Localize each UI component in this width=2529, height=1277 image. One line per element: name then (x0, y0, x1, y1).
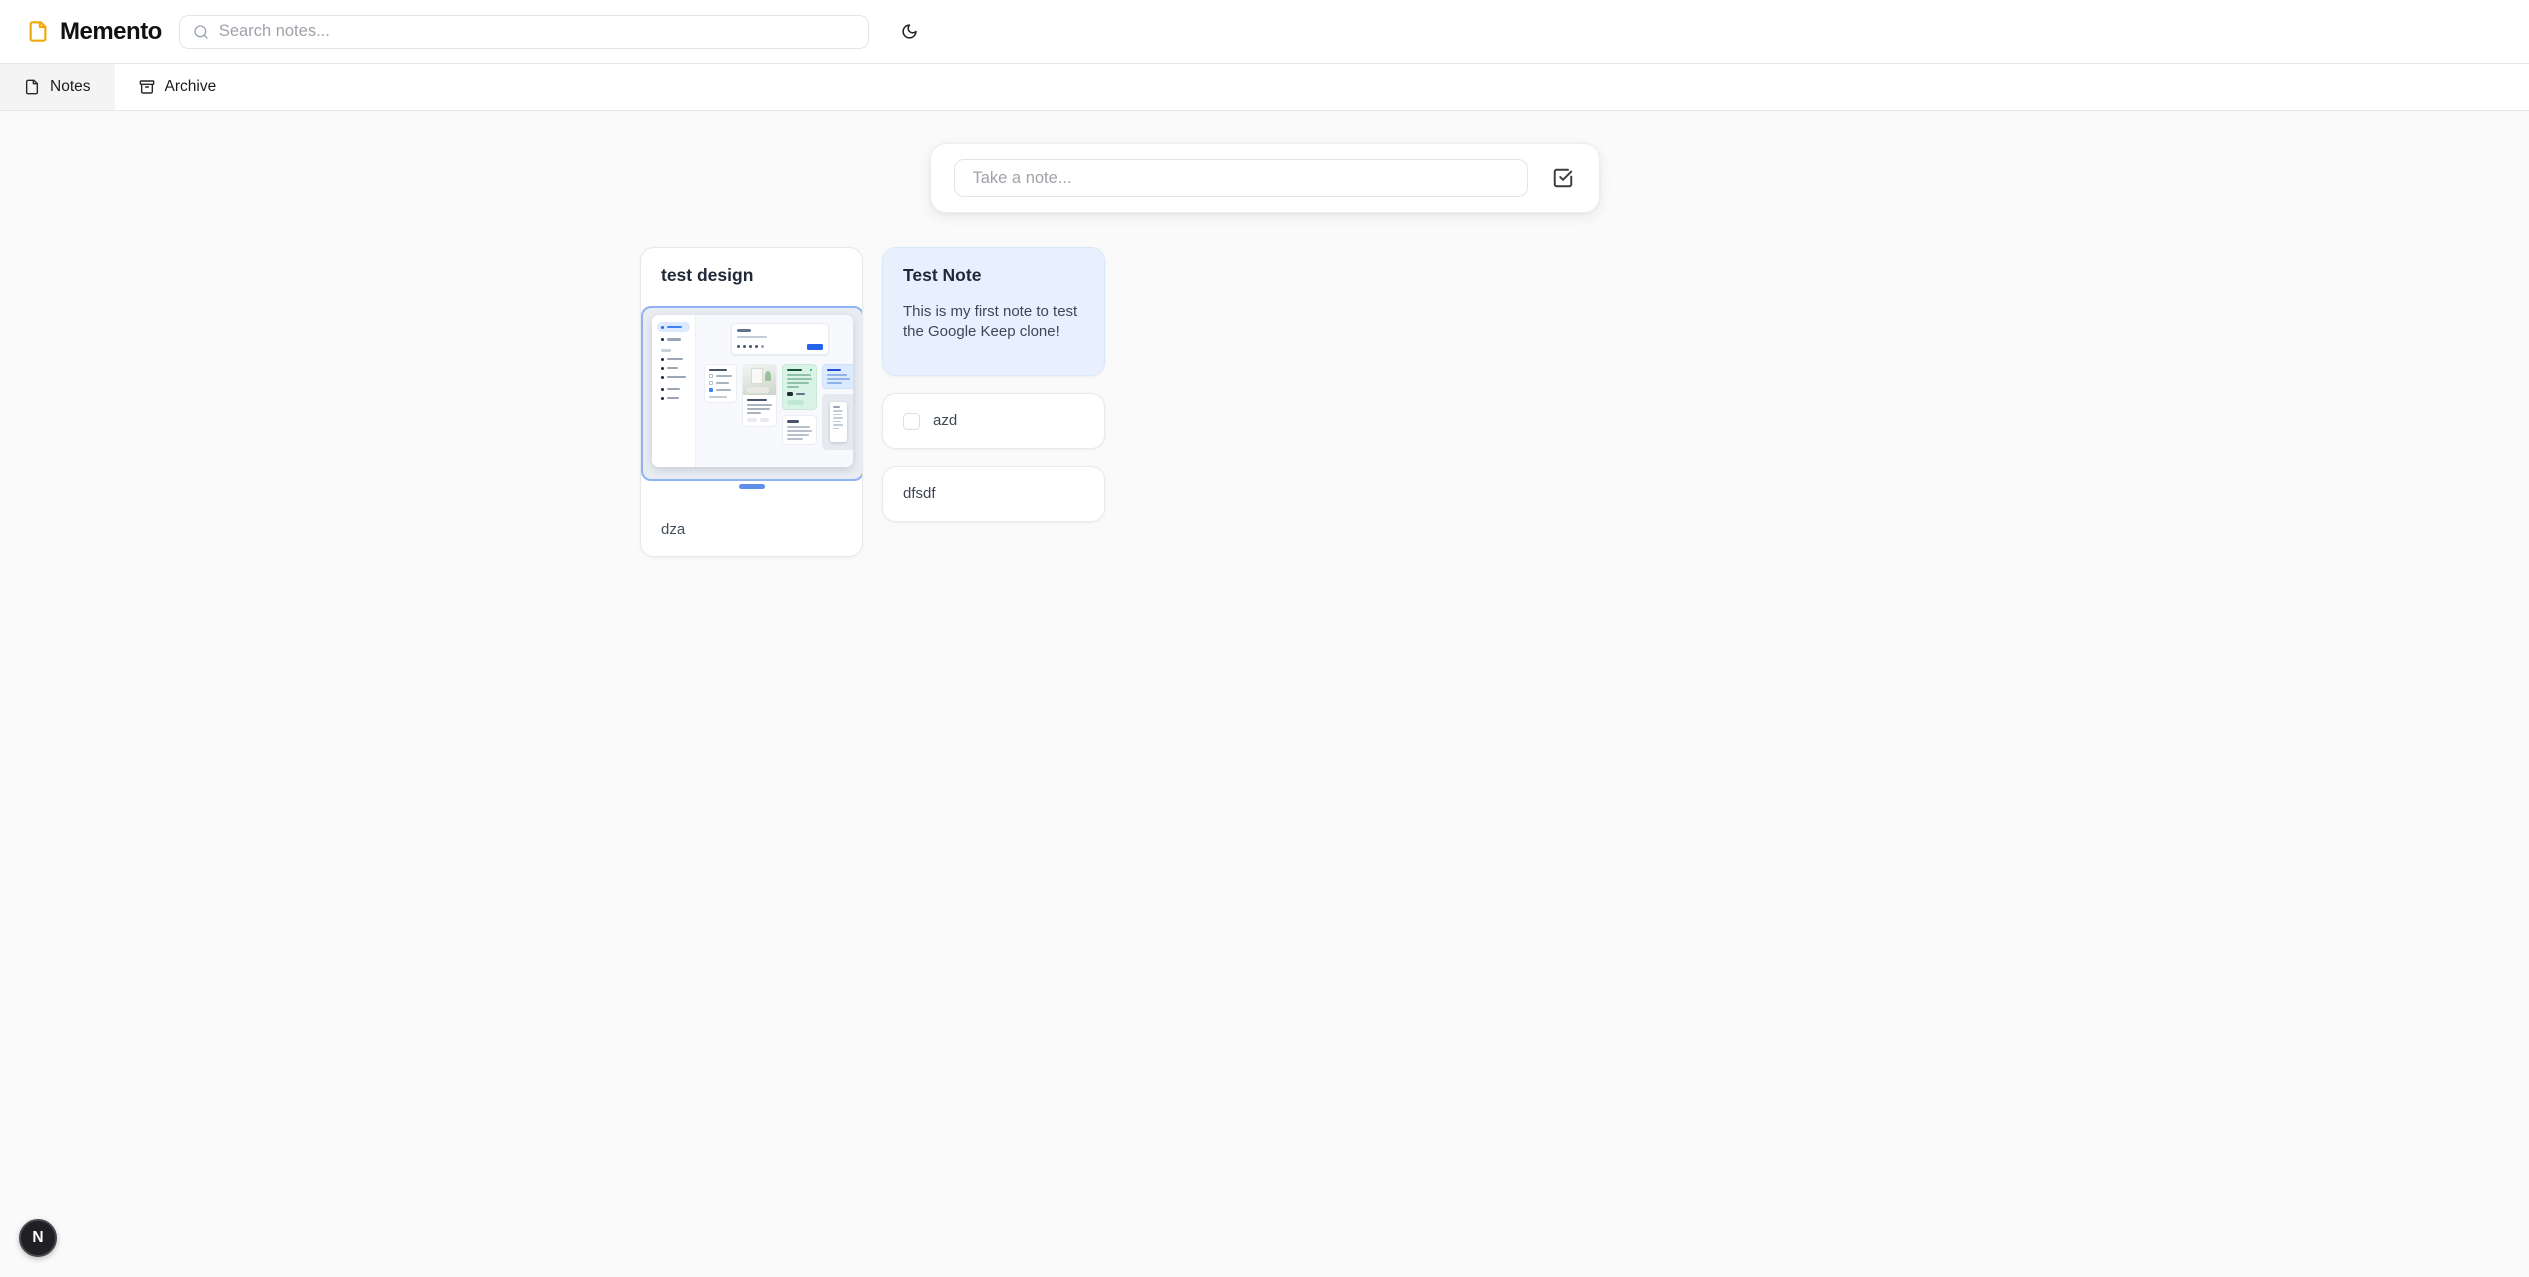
notes-grid: test design (640, 247, 1889, 557)
search-input[interactable] (209, 22, 868, 41)
note-body: This is my first note to test the Google… (883, 286, 1104, 360)
note-card-azd[interactable]: azd (882, 393, 1105, 449)
tab-bar: Notes Archive (0, 64, 2529, 111)
notes-column-1: test design (640, 247, 863, 557)
thumbnail-mini-content (696, 315, 853, 467)
user-avatar-initial: N (32, 1229, 43, 1247)
checklist-item-label: azd (933, 411, 957, 431)
note-title: test design (641, 248, 862, 286)
note-body: dza (641, 489, 862, 540)
note-title: Test Note (883, 248, 1104, 286)
tab-notes[interactable]: Notes (0, 64, 115, 110)
note-body: dfsdf (903, 485, 936, 502)
checklist-checkbox[interactable] (903, 413, 920, 430)
check-square-icon (1552, 167, 1574, 189)
take-note-input[interactable] (954, 159, 1528, 197)
new-checklist-button[interactable] (1550, 165, 1576, 191)
tab-archive[interactable]: Archive (115, 64, 241, 110)
app-header: Memento (0, 0, 2529, 64)
notes-column-2: Test Note This is my first note to test … (882, 247, 1105, 522)
search-icon (193, 24, 209, 40)
thumbnail-mini-sidebar (652, 315, 696, 467)
theme-toggle-button[interactable] (896, 18, 924, 46)
tab-archive-label: Archive (165, 78, 217, 96)
tab-notes-label: Notes (50, 78, 91, 96)
note-card-test-design[interactable]: test design (640, 247, 863, 557)
file-icon (24, 79, 40, 95)
notes-main: test design (0, 143, 2529, 557)
app-title: Memento (60, 18, 162, 46)
note-image-thumbnail[interactable] (641, 306, 863, 481)
note-card-dfsdf[interactable]: dfsdf (882, 466, 1105, 522)
search-box (179, 15, 869, 49)
moon-icon (901, 23, 918, 40)
note-composer (930, 143, 1600, 213)
app-logo-file-icon (27, 19, 49, 44)
user-avatar[interactable]: N (19, 1219, 57, 1257)
note-card-test-note[interactable]: Test Note This is my first note to test … (882, 247, 1105, 376)
archive-icon (139, 79, 155, 95)
